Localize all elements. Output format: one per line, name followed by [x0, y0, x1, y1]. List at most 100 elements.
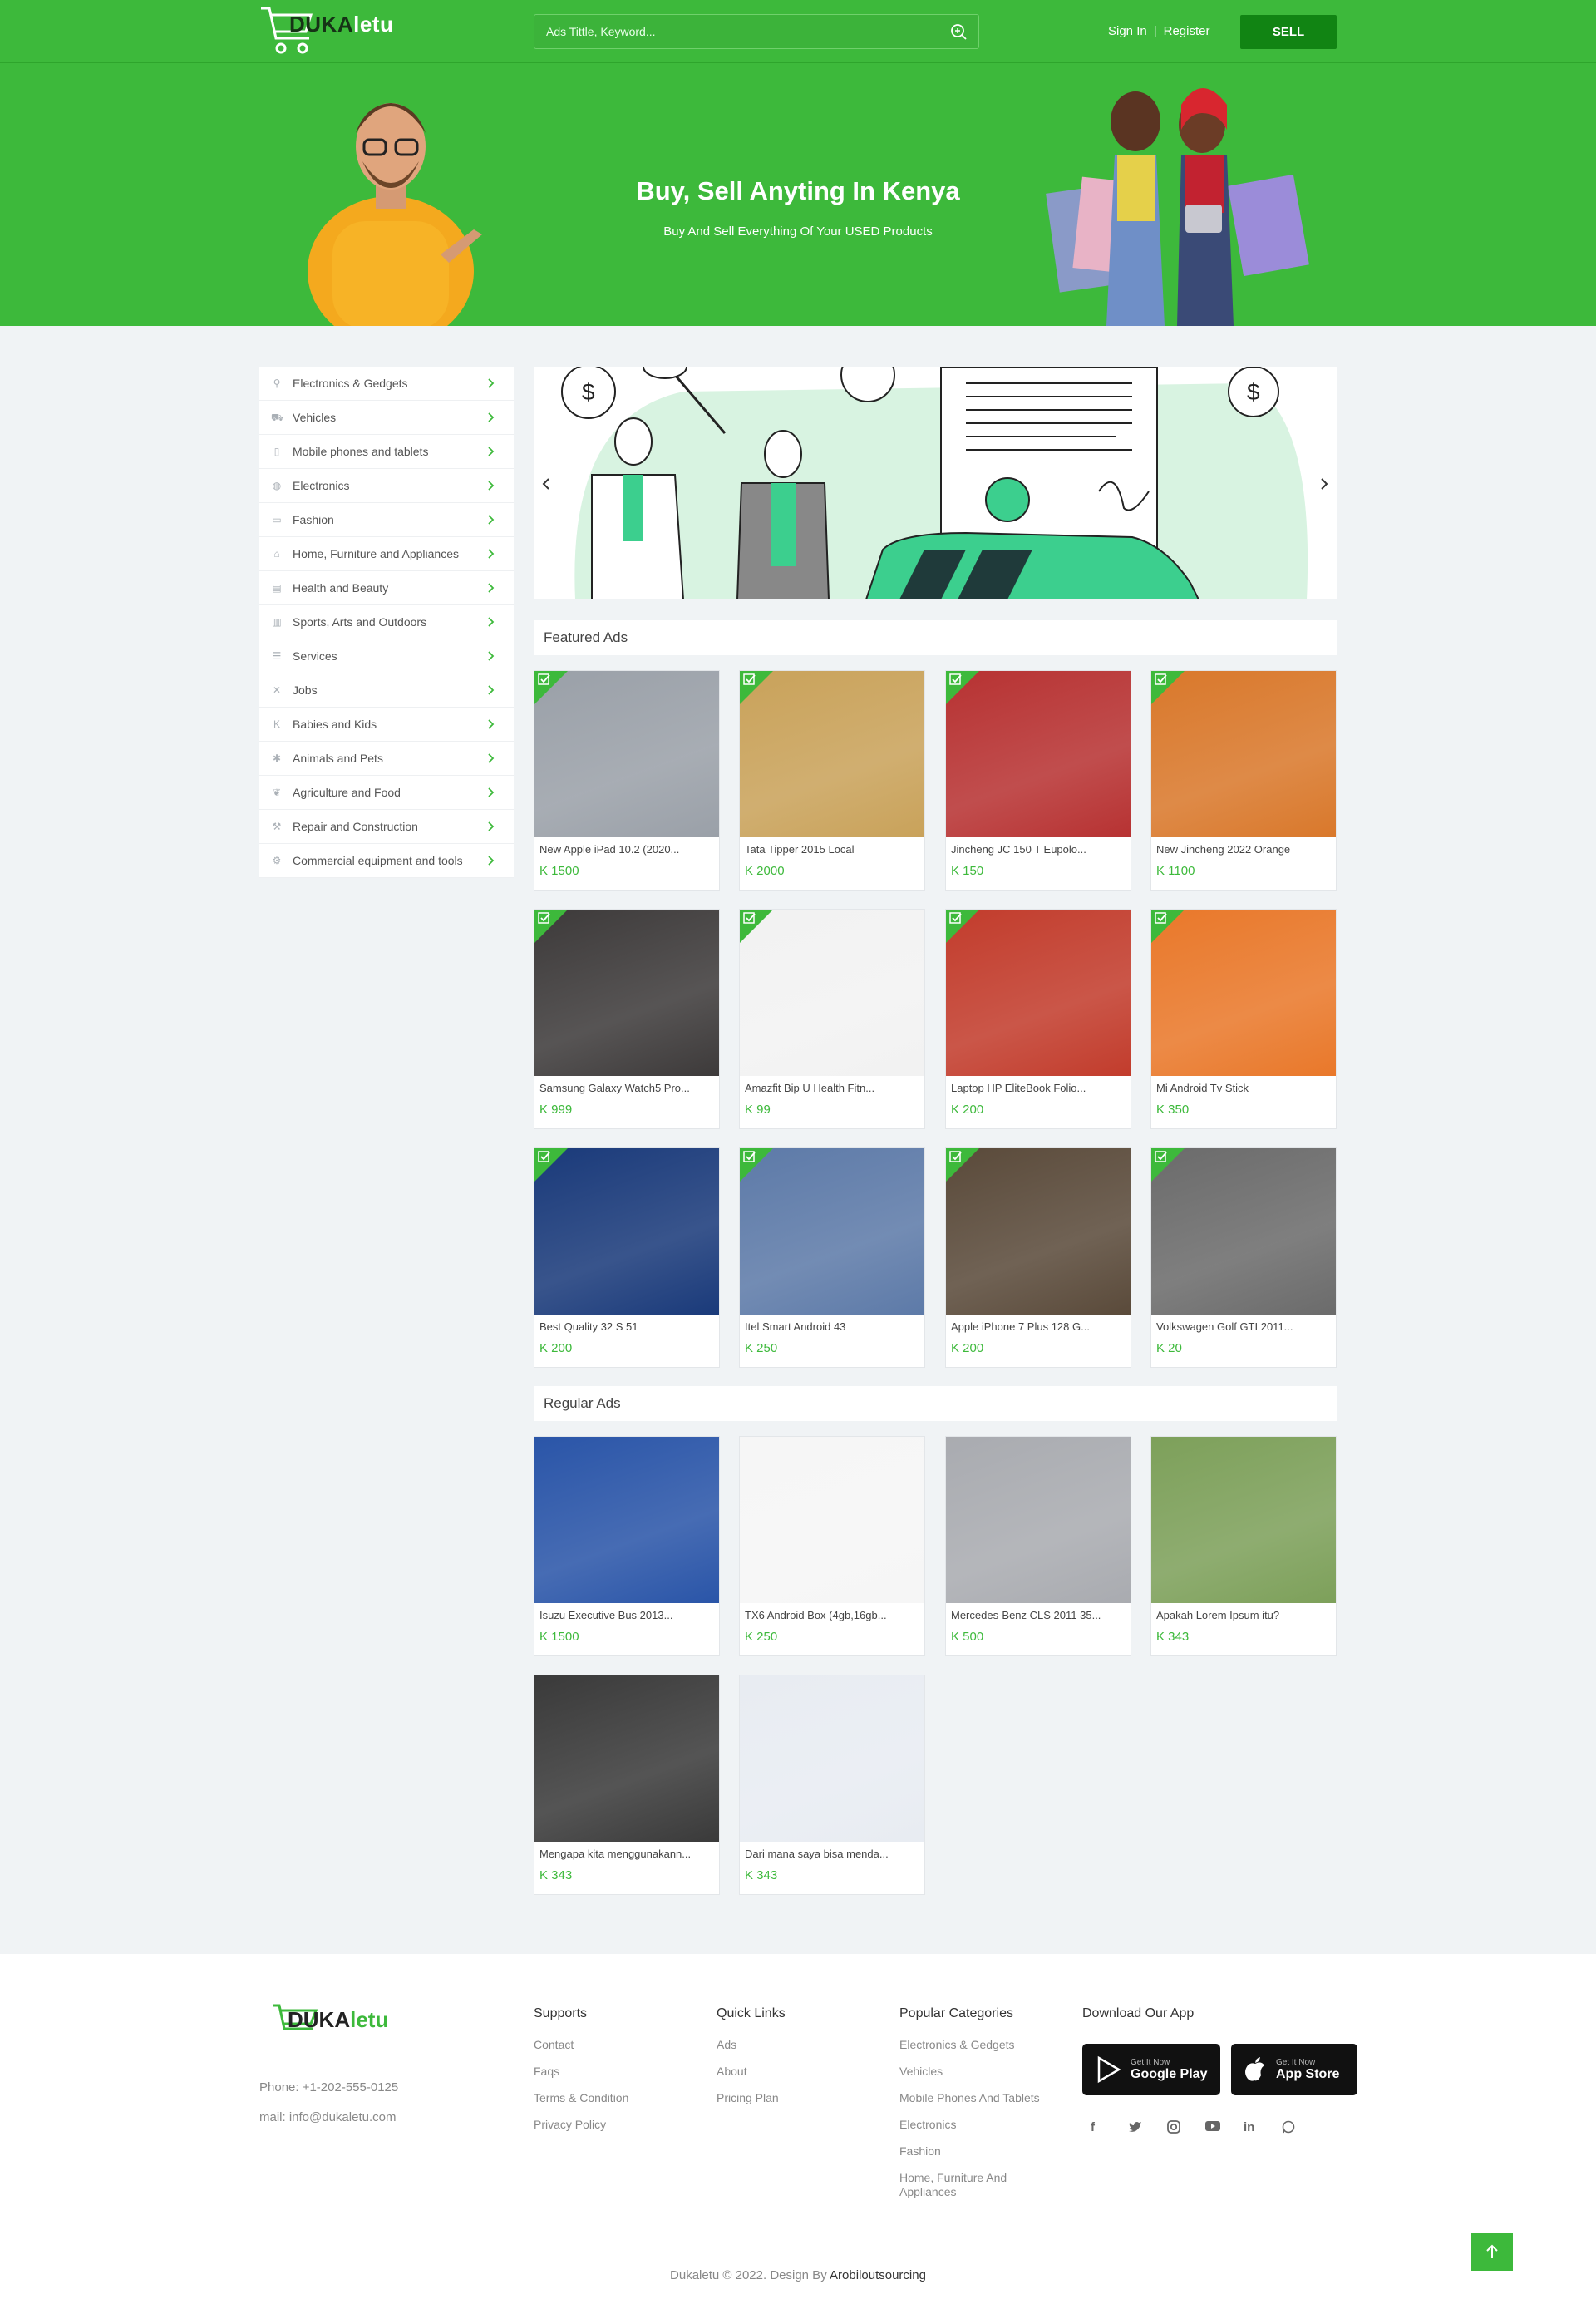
- ad-card[interactable]: Mengapa kita menggunakann... K 343: [534, 1675, 720, 1895]
- ad-card[interactable]: Laptop HP EliteBook Folio... K 200: [945, 909, 1131, 1129]
- register-link[interactable]: Register: [1164, 24, 1210, 38]
- apple-icon: [1245, 2057, 1264, 2081]
- footer-link-pricing[interactable]: Pricing Plan: [717, 2091, 786, 2105]
- sidebar-item[interactable]: ⌂ Home, Furniture and Appliances: [259, 537, 514, 571]
- chevron-right-icon: [488, 856, 495, 866]
- chevron-right-icon: [488, 481, 495, 491]
- chevron-right-icon: [488, 412, 495, 422]
- ad-card[interactable]: TX6 Android Box (4gb,16gb... K 250: [739, 1436, 925, 1656]
- ad-thumbnail: [740, 1675, 924, 1842]
- ad-card[interactable]: Samsung Galaxy Watch5 Pro... K 999: [534, 909, 720, 1129]
- sidebar-item[interactable]: ▥ Sports, Arts and Outdoors: [259, 605, 514, 639]
- sidebar-item[interactable]: ✱ Animals and Pets: [259, 742, 514, 776]
- ad-card[interactable]: Apakah Lorem Ipsum itu? K 343: [1150, 1436, 1337, 1656]
- ad-price: K 200: [951, 1103, 984, 1117]
- footer-cat-electronics[interactable]: Electronics: [899, 2118, 1066, 2132]
- sidebar-item[interactable]: ▭ Fashion: [259, 503, 514, 537]
- google-play-small: Get It Now: [1130, 2057, 1170, 2067]
- sidebar-item[interactable]: ▯ Mobile phones and tablets: [259, 435, 514, 469]
- search-input[interactable]: [534, 15, 933, 48]
- sidebar-item[interactable]: ◍ Electronics: [259, 469, 514, 503]
- ad-card[interactable]: Apple iPhone 7 Plus 128 G... K 200: [945, 1147, 1131, 1368]
- sidebar-item[interactable]: K Babies and Kids: [259, 708, 514, 742]
- footer-cat-electronics-gedgets[interactable]: Electronics & Gedgets: [899, 2038, 1066, 2052]
- chevron-right-icon: [488, 549, 495, 559]
- ad-card[interactable]: Mi Android Tv Stick K 350: [1150, 909, 1337, 1129]
- check-icon: [743, 1151, 756, 1162]
- sidebar-item[interactable]: ⚒ Repair and Construction: [259, 810, 514, 844]
- chevron-right-icon: [488, 583, 495, 593]
- ad-card[interactable]: New Apple iPad 10.2 (2020... K 1500: [534, 670, 720, 891]
- sidebar-item[interactable]: ▤ Health and Beauty: [259, 571, 514, 605]
- hero-banner: Buy, Sell Anyting In Kenya Buy And Sell …: [0, 63, 1596, 326]
- sidebar-item-label: Services: [293, 649, 337, 663]
- facebook-icon[interactable]: f: [1091, 2120, 1129, 2140]
- slider-next-button[interactable]: [1312, 470, 1337, 498]
- google-play-text: Get It Now Google Play: [1130, 2058, 1207, 2082]
- footer-logo[interactable]: DUKAletu: [271, 2001, 421, 2044]
- ad-thumbnail: [1151, 1437, 1336, 1603]
- ad-card[interactable]: Dari mana saya bisa menda... K 343: [739, 1675, 925, 1895]
- heart-icon: ▤: [272, 582, 282, 594]
- sidebar-item-label: Commercial equipment and tools: [293, 854, 463, 867]
- linkedin-icon[interactable]: in: [1244, 2120, 1282, 2140]
- chevron-right-icon: [488, 719, 495, 729]
- briefcase-icon: ✕: [272, 684, 282, 696]
- copyright-text: Dukaletu © 2022. Design By: [670, 2268, 827, 2282]
- instagram-icon[interactable]: [1167, 2120, 1205, 2140]
- svg-text:$: $: [582, 379, 595, 405]
- sidebar-item[interactable]: ❦ Agriculture and Food: [259, 776, 514, 810]
- back-to-top-button[interactable]: [1471, 2233, 1513, 2271]
- ad-price: K 343: [1156, 1630, 1190, 1644]
- ad-title: TX6 Android Box (4gb,16gb...: [745, 1609, 887, 1621]
- logo-text: DUKAletu: [289, 12, 394, 37]
- search-icon[interactable]: [950, 23, 967, 40]
- google-play-button[interactable]: Get It Now Google Play: [1082, 2044, 1220, 2095]
- footer-cat-fashion[interactable]: Fashion: [899, 2144, 1066, 2159]
- youtube-icon[interactable]: [1205, 2120, 1244, 2140]
- sidebar-item[interactable]: ✕ Jobs: [259, 673, 514, 708]
- ad-card[interactable]: Tata Tipper 2015 Local K 2000: [739, 670, 925, 891]
- twitter-icon[interactable]: [1129, 2120, 1167, 2140]
- footer-link-terms[interactable]: Terms & Condition: [534, 2091, 628, 2105]
- ad-card[interactable]: Jincheng JC 150 T Eupolo... K 150: [945, 670, 1131, 891]
- ad-card[interactable]: New Jincheng 2022 Orange K 1100: [1150, 670, 1337, 891]
- footer-download-heading: Download Our App: [1082, 2006, 1195, 2020]
- whatsapp-icon[interactable]: [1282, 2120, 1320, 2140]
- sidebar-item-label: Electronics: [293, 479, 350, 492]
- sidebar-item[interactable]: ⛟ Vehicles: [259, 401, 514, 435]
- slider-prev-button[interactable]: [534, 470, 559, 498]
- featured-ads-heading: Featured Ads: [534, 620, 1337, 655]
- sidebar-item-label: Vehicles: [293, 411, 337, 424]
- sidebar-item-label: Animals and Pets: [293, 752, 383, 765]
- footer-link-contact[interactable]: Contact: [534, 2038, 628, 2052]
- category-sidebar: ⚲ Electronics & Gedgets ⛟ Vehicles ▯ Mobile p…: [259, 367, 514, 878]
- sidebar-item[interactable]: ⚙ Commercial equipment and tools: [259, 844, 514, 878]
- ad-card[interactable]: Isuzu Executive Bus 2013... K 1500: [534, 1436, 720, 1656]
- ad-title: Itel Smart Android 43: [745, 1320, 846, 1333]
- ball-icon: ▥: [272, 616, 282, 628]
- app-store-button[interactable]: Get It Now App Store: [1231, 2044, 1357, 2095]
- ad-price: K 1500: [539, 864, 579, 878]
- sidebar-item[interactable]: ☰ Services: [259, 639, 514, 673]
- ad-card[interactable]: Volkswagen Golf GTI 2011... K 20: [1150, 1147, 1337, 1368]
- footer-link-ads[interactable]: Ads: [717, 2038, 786, 2052]
- sidebar-item[interactable]: ⚲ Electronics & Gedgets: [259, 367, 514, 401]
- designer-link[interactable]: Arobiloutsourcing: [830, 2268, 926, 2282]
- ad-card[interactable]: Mercedes-Benz CLS 2011 35... K 500: [945, 1436, 1131, 1656]
- hero-title: Buy, Sell Anyting In Kenya: [636, 176, 960, 205]
- footer-link-about[interactable]: About: [717, 2065, 786, 2079]
- list-icon: ☰: [272, 650, 282, 662]
- sell-button[interactable]: SELL: [1240, 15, 1337, 49]
- ad-card[interactable]: Amazfit Bip U Health Fitn... K 99: [739, 909, 925, 1129]
- ad-card[interactable]: Best Quality 32 S 51 K 200: [534, 1147, 720, 1368]
- footer-cat-vehicles[interactable]: Vehicles: [899, 2065, 1066, 2079]
- footer-link-privacy[interactable]: Privacy Policy: [534, 2118, 628, 2132]
- sign-in-link[interactable]: Sign In: [1108, 24, 1147, 38]
- footer-link-faqs[interactable]: Faqs: [534, 2065, 628, 2079]
- footer-cat-home[interactable]: Home, Furniture And Appliances: [899, 2171, 1066, 2199]
- sidebar-item-label: Sports, Arts and Outdoors: [293, 615, 427, 629]
- site-logo[interactable]: DUKAletu: [259, 5, 417, 58]
- ad-card[interactable]: Itel Smart Android 43 K 250: [739, 1147, 925, 1368]
- footer-cat-mobile[interactable]: Mobile Phones And Tablets: [899, 2091, 1066, 2105]
